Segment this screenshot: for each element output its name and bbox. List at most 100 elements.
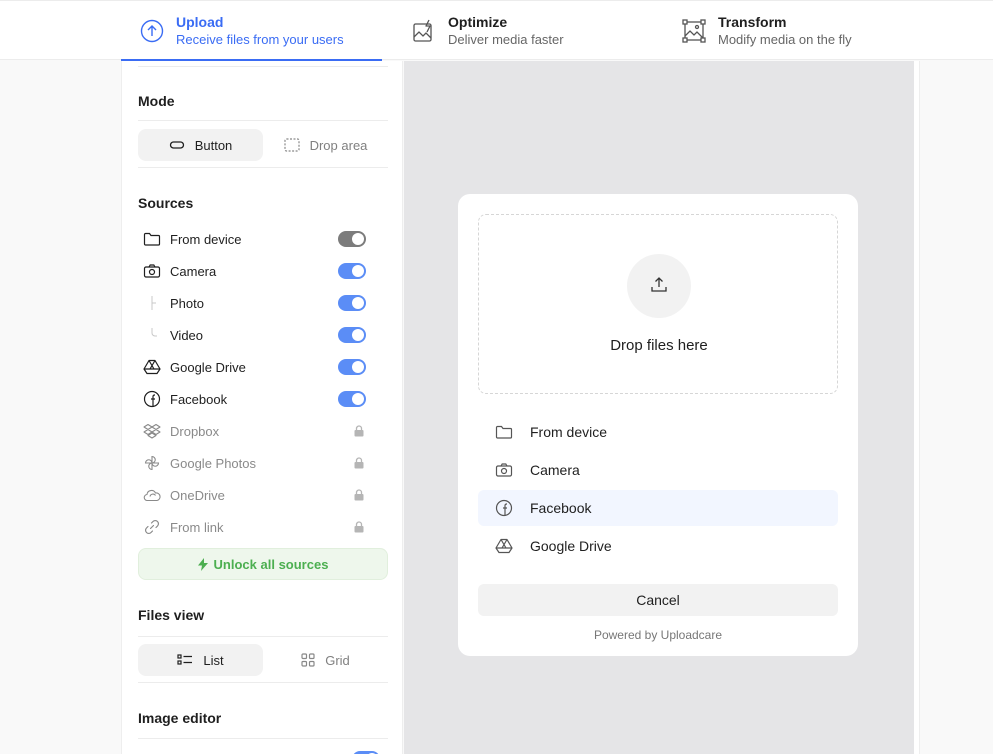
source-from-device: From device	[138, 227, 388, 251]
upload-button[interactable]	[627, 254, 691, 318]
tab-optimize-title: Optimize	[448, 13, 508, 30]
settings-sidebar: Mode Button Drop area Sources From devic…	[121, 61, 403, 754]
tab-optimize-subtitle: Deliver media faster	[448, 31, 564, 47]
source-from-link: From link	[138, 515, 388, 539]
source-toggle[interactable]	[338, 295, 366, 311]
widget-source-google-drive[interactable]: Google Drive	[478, 528, 838, 564]
top-nav: Upload Receive files from your users Opt…	[0, 0, 993, 61]
powered-by-text: Powered by Uploadcare	[593, 628, 723, 642]
tree-end-icon	[143, 326, 161, 344]
mode-drop-area-option[interactable]: Drop area	[263, 129, 388, 161]
divider	[138, 636, 388, 637]
source-video: Video	[138, 323, 388, 347]
source-toggle[interactable]	[338, 327, 366, 343]
files-view-grid-option[interactable]: Grid	[263, 644, 388, 676]
bolt-icon	[197, 557, 208, 571]
source-label: Facebook	[170, 391, 228, 407]
files-view-grid-label: Grid	[325, 652, 350, 668]
source-label: Video	[170, 327, 204, 343]
widget-source-camera[interactable]: Camera	[478, 452, 838, 488]
widget-source-label: From device	[530, 424, 608, 440]
tab-upload-subtitle: Receive files from your users	[176, 31, 344, 47]
divider	[138, 66, 388, 67]
tree-branch-icon	[143, 294, 161, 312]
source-label: Photo	[170, 295, 204, 311]
source-label: OneDrive	[170, 487, 225, 503]
lock-icon	[354, 521, 364, 533]
camera-icon	[143, 262, 161, 280]
grid-icon	[301, 653, 315, 667]
dashed-rect-icon	[283, 138, 300, 152]
lock-icon	[354, 425, 364, 437]
source-toggle[interactable]	[338, 231, 366, 247]
divider	[138, 120, 388, 121]
link-icon	[143, 518, 161, 536]
right-edge	[914, 61, 920, 754]
widget-source-from-device[interactable]: From device	[478, 414, 838, 450]
tab-transform-subtitle: Modify media on the fly	[718, 31, 852, 47]
tab-upload-title: Upload	[176, 13, 224, 30]
source-toggle[interactable]	[338, 359, 366, 375]
widget-source-label: Camera	[530, 462, 580, 478]
source-label: From link	[170, 519, 224, 535]
divider	[138, 738, 388, 739]
google-photos-icon	[143, 454, 161, 472]
tab-transform-title: Transform	[718, 13, 787, 30]
unlock-all-sources-button[interactable]: Unlock all sources	[138, 548, 388, 580]
mode-title: Mode	[138, 93, 175, 109]
source-google-drive: Google Drive	[138, 355, 388, 379]
mode-button-label: Button	[194, 137, 233, 153]
folder-icon	[495, 423, 513, 441]
mode-drop-area-label: Drop area	[309, 137, 368, 153]
list-icon	[177, 654, 193, 666]
source-photo: Photo	[138, 291, 388, 315]
upload-widget: Drop files here From device Camera Faceb…	[458, 194, 858, 656]
tab-transform[interactable]: Transform Modify media on the fly	[682, 1, 902, 60]
lock-icon	[354, 457, 364, 469]
source-toggle[interactable]	[338, 263, 366, 279]
source-label: Camera	[170, 263, 217, 279]
pill-icon	[169, 140, 185, 150]
tab-upload[interactable]: Upload Receive files from your users	[121, 1, 382, 61]
dropbox-icon	[143, 422, 161, 440]
folder-icon	[143, 230, 161, 248]
lock-icon	[354, 489, 364, 501]
facebook-icon	[495, 499, 513, 517]
source-label: From device	[170, 231, 242, 247]
tab-optimize[interactable]: Optimize Deliver media faster	[412, 1, 632, 60]
divider	[138, 167, 388, 168]
drop-text: Drop files here	[610, 337, 708, 354]
mode-button-option[interactable]: Button	[138, 129, 263, 161]
upload-circle-icon	[140, 19, 164, 43]
files-view-list-option[interactable]: List	[138, 644, 263, 676]
source-dropbox: Dropbox	[138, 419, 388, 443]
google-drive-icon	[495, 537, 513, 555]
page: Upload Receive files from your users Opt…	[0, 0, 993, 754]
google-drive-icon	[143, 358, 161, 376]
files-view-selector: List Grid	[138, 644, 388, 676]
onedrive-icon	[143, 486, 161, 504]
source-onedrive: OneDrive	[138, 483, 388, 507]
divider	[138, 682, 388, 683]
upload-icon	[650, 275, 668, 298]
cancel-button[interactable]: Cancel	[478, 584, 838, 616]
facebook-icon	[143, 390, 161, 408]
files-view-list-label: List	[203, 652, 224, 668]
widget-source-facebook[interactable]: Facebook	[478, 490, 838, 526]
source-google-photos: Google Photos	[138, 451, 388, 475]
transform-image-icon	[682, 18, 706, 43]
widget-source-label: Facebook	[530, 500, 592, 516]
source-label: Google Photos	[170, 455, 257, 471]
widget-source-label: Google Drive	[530, 538, 612, 554]
unlock-label: Unlock all sources	[213, 556, 329, 572]
sources-title: Sources	[138, 195, 194, 211]
source-label: Dropbox	[170, 423, 220, 439]
camera-icon	[495, 461, 513, 479]
drop-zone[interactable]: Drop files here	[478, 214, 838, 394]
source-label: Google Drive	[170, 359, 246, 375]
files-view-title: Files view	[138, 607, 205, 623]
mode-selector: Button Drop area	[138, 129, 388, 161]
source-camera: Camera	[138, 259, 388, 283]
source-toggle[interactable]	[338, 391, 366, 407]
source-facebook: Facebook	[138, 387, 388, 411]
